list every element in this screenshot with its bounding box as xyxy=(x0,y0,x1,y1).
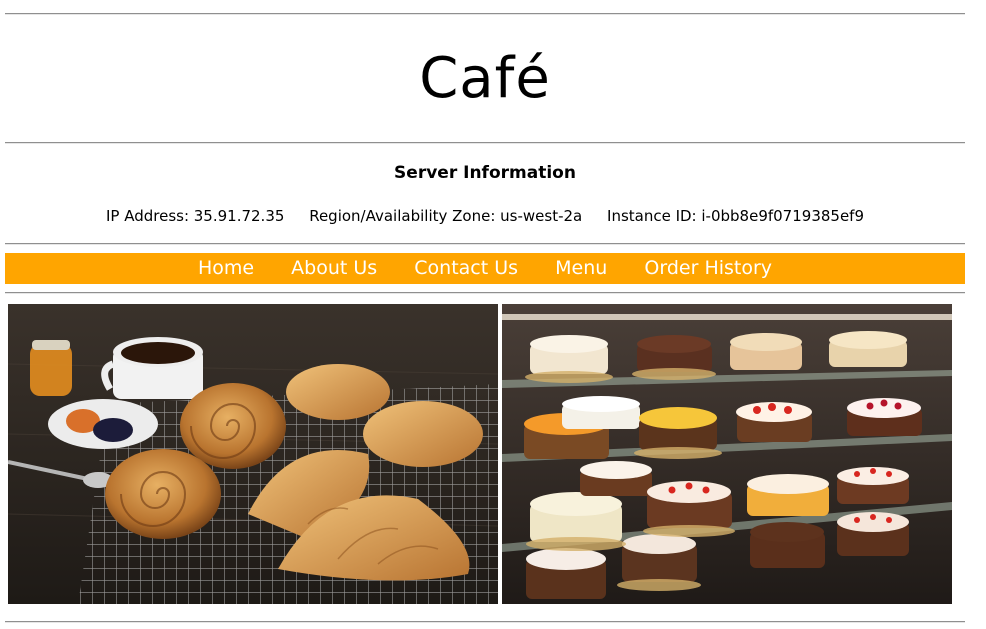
page: Café Server Information IP Address: 35.9… xyxy=(0,0,986,629)
nav-home-link[interactable]: Home xyxy=(198,253,254,284)
ip-address: IP Address: 35.91.72.35 xyxy=(105,207,285,225)
pastries-photo xyxy=(8,304,498,604)
nav-order-history-link[interactable]: Order History xyxy=(644,253,772,284)
nav-about-us-link[interactable]: About Us xyxy=(291,253,377,284)
server-info-heading: Server Information xyxy=(394,163,576,183)
divider xyxy=(5,621,965,623)
server-info-details: IP Address: 35.91.72.35 Region/Availabil… xyxy=(0,206,970,226)
divider xyxy=(5,243,965,245)
nav-menu-link[interactable]: Menu xyxy=(555,253,607,284)
nav-bar: Home About Us Contact Us Menu Order Hist… xyxy=(5,253,965,284)
divider xyxy=(5,292,965,294)
site-title: Café xyxy=(419,46,551,111)
cake-display-photo xyxy=(502,304,952,604)
instance-id: Instance ID: i-0bb8e9f0719385ef9 xyxy=(607,207,865,225)
divider xyxy=(5,13,965,15)
divider xyxy=(5,142,965,144)
nav-contact-us-link[interactable]: Contact Us xyxy=(414,253,518,284)
region-zone: Region/Availability Zone: us-west-2a xyxy=(309,207,583,225)
